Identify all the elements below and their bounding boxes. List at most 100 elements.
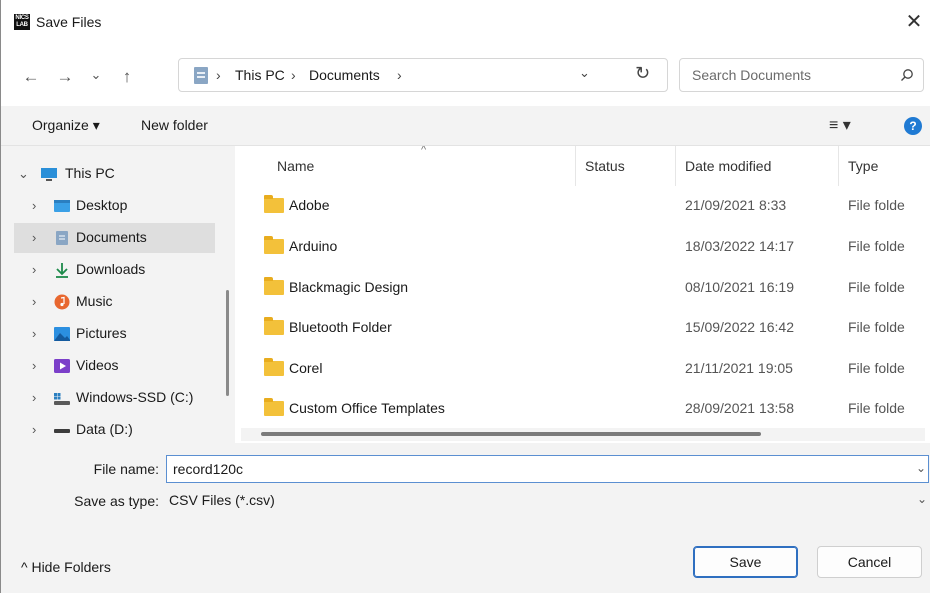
file-date: 15/09/2022 16:42 — [685, 319, 794, 335]
search-input[interactable]: Search Documents — [692, 67, 811, 83]
file-name: Adobe — [289, 197, 330, 213]
close-button[interactable]: ✕ — [901, 9, 927, 35]
chevron-right-icon[interactable]: › — [32, 358, 36, 373]
table-row[interactable]: Corel 21/11/2021 19:05 File folde — [235, 349, 930, 389]
address-dropdown-chevron-icon[interactable]: ⌄ — [579, 65, 590, 81]
download-icon — [56, 263, 68, 278]
file-date: 18/03/2022 14:17 — [685, 238, 794, 254]
sidebar-item-pictures[interactable]: › Pictures — [1, 319, 235, 349]
recent-locations-chevron-icon[interactable]: ⌄ — [84, 64, 108, 86]
search-box[interactable]: Search Documents — [679, 58, 924, 92]
file-type: File folde — [848, 400, 905, 416]
forward-arrow-icon[interactable]: → — [53, 66, 77, 88]
file-name-input[interactable]: record120c — [173, 461, 243, 477]
sidebar-item-music[interactable]: › Music — [1, 287, 235, 317]
address-bar[interactable]: › This PC › Documents › ⌄ ↻ — [178, 58, 668, 92]
documents-icon — [56, 231, 68, 245]
drive-c-icon — [54, 393, 70, 405]
app-logo-icon: NICS LAB — [14, 14, 30, 30]
view-options-icon[interactable]: ≡ ▾ — [829, 115, 851, 135]
table-row[interactable]: Blackmagic Design 08/10/2021 16:19 File … — [235, 268, 930, 308]
sort-ascending-icon: ^ — [421, 146, 427, 156]
monitor-icon — [41, 168, 57, 181]
sidebar-item-label: Videos — [76, 357, 119, 373]
cancel-button[interactable]: Cancel — [817, 546, 922, 578]
file-name: Blackmagic Design — [289, 279, 409, 295]
breadcrumb-separator-icon: › — [216, 67, 221, 83]
chevron-right-icon[interactable]: › — [32, 326, 36, 341]
column-header-date-modified[interactable]: Date modified — [685, 158, 771, 174]
file-name: Corel — [289, 360, 323, 376]
file-list: ^ Name Status Date modified Type Adobe 2… — [235, 146, 930, 443]
title-bar: NICS LAB Save Files ✕ — [1, 0, 930, 44]
table-row[interactable]: Custom Office Templates 28/09/2021 13:58… — [235, 389, 930, 429]
column-divider[interactable] — [675, 146, 676, 186]
sidebar-item-videos[interactable]: › Videos — [1, 351, 235, 381]
table-row[interactable]: Bluetooth Folder 15/09/2022 16:42 File f… — [235, 308, 930, 348]
column-header-name[interactable]: Name — [277, 158, 314, 174]
new-folder-button[interactable]: New folder — [141, 117, 208, 133]
sidebar-item-desktop[interactable]: › Desktop — [1, 191, 235, 221]
sidebar-item-windows-ssd[interactable]: › Windows-SSD (C:) — [1, 383, 235, 413]
sidebar-scrollbar[interactable] — [226, 290, 229, 396]
chevron-right-icon[interactable]: › — [32, 390, 36, 405]
sidebar-item-label: Pictures — [76, 325, 127, 341]
desktop-icon — [54, 200, 70, 212]
file-name: Custom Office Templates — [289, 400, 445, 416]
chevron-right-icon[interactable]: › — [32, 422, 36, 437]
folder-icon — [264, 195, 284, 213]
sidebar-item-label: Windows-SSD (C:) — [76, 389, 194, 405]
chevron-down-icon[interactable]: ⌄ — [917, 492, 927, 506]
organize-menu-button[interactable]: Organize ▾ — [32, 117, 100, 134]
refresh-icon[interactable]: ↻ — [635, 63, 650, 84]
file-type: File folde — [848, 360, 905, 376]
breadcrumb-this-pc[interactable]: This PC — [235, 67, 285, 83]
breadcrumb-documents[interactable]: Documents — [309, 67, 380, 83]
table-row[interactable]: Arduino 18/03/2022 14:17 File folde — [235, 227, 930, 267]
file-type: File folde — [848, 279, 905, 295]
file-date: 28/09/2021 13:58 — [685, 400, 794, 416]
column-divider[interactable] — [838, 146, 839, 186]
file-type: File folde — [848, 238, 905, 254]
horizontal-scrollbar[interactable] — [241, 428, 925, 441]
back-arrow-icon[interactable]: ← — [19, 66, 43, 88]
chevron-right-icon[interactable]: › — [32, 294, 36, 309]
table-row[interactable]: Adobe 21/09/2021 8:33 File folde — [235, 186, 930, 226]
file-name-field[interactable]: record120c ⌄ — [166, 455, 929, 483]
save-as-type-value: CSV Files (*.csv) — [169, 492, 275, 508]
up-arrow-icon[interactable]: ↑ — [115, 66, 139, 88]
file-name: Arduino — [289, 238, 338, 254]
hide-folders-button[interactable]: ^ Hide Folders — [21, 559, 111, 575]
sidebar-item-data-d[interactable]: › Data (D:) — [1, 415, 235, 445]
column-divider[interactable] — [575, 146, 576, 186]
search-icon[interactable] — [900, 68, 914, 82]
breadcrumb-separator-icon[interactable]: › — [397, 67, 402, 83]
save-files-dialog: NICS LAB Save Files ✕ ← → ⌄ ↑ › This PC ›… — [0, 0, 930, 593]
sidebar-item-label: Music — [76, 293, 113, 309]
videos-icon — [54, 359, 70, 373]
sidebar-item-this-pc[interactable]: ⌄ This PC — [1, 159, 235, 189]
chevron-right-icon[interactable]: › — [32, 230, 36, 245]
file-type: File folde — [848, 197, 905, 213]
chevron-down-icon[interactable]: ⌄ — [18, 166, 29, 182]
folder-icon — [264, 317, 284, 335]
sidebar-item-label: This PC — [65, 165, 115, 181]
column-header-status[interactable]: Status — [585, 158, 625, 174]
navigation-pane: ⌄ This PC › Desktop › Documents › Downlo… — [1, 146, 235, 443]
breadcrumb-separator-icon: › — [291, 67, 296, 83]
folder-icon — [264, 236, 284, 254]
chevron-down-icon[interactable]: ⌄ — [916, 461, 926, 475]
save-button[interactable]: Save — [693, 546, 798, 578]
sidebar-item-downloads[interactable]: › Downloads — [1, 255, 235, 285]
chevron-right-icon[interactable]: › — [32, 198, 36, 213]
sidebar-item-label: Documents — [76, 229, 147, 245]
scrollbar-thumb[interactable] — [261, 432, 761, 436]
column-header-type[interactable]: Type — [848, 158, 878, 174]
sidebar-item-label: Data (D:) — [76, 421, 133, 437]
sidebar-item-documents[interactable]: › Documents — [14, 223, 215, 253]
sidebar-item-label: Desktop — [76, 197, 128, 213]
pictures-icon — [54, 327, 70, 341]
chevron-right-icon[interactable]: › — [32, 262, 36, 277]
help-icon[interactable]: ? — [904, 117, 922, 135]
save-as-type-select[interactable]: CSV Files (*.csv) ⌄ — [166, 487, 929, 515]
